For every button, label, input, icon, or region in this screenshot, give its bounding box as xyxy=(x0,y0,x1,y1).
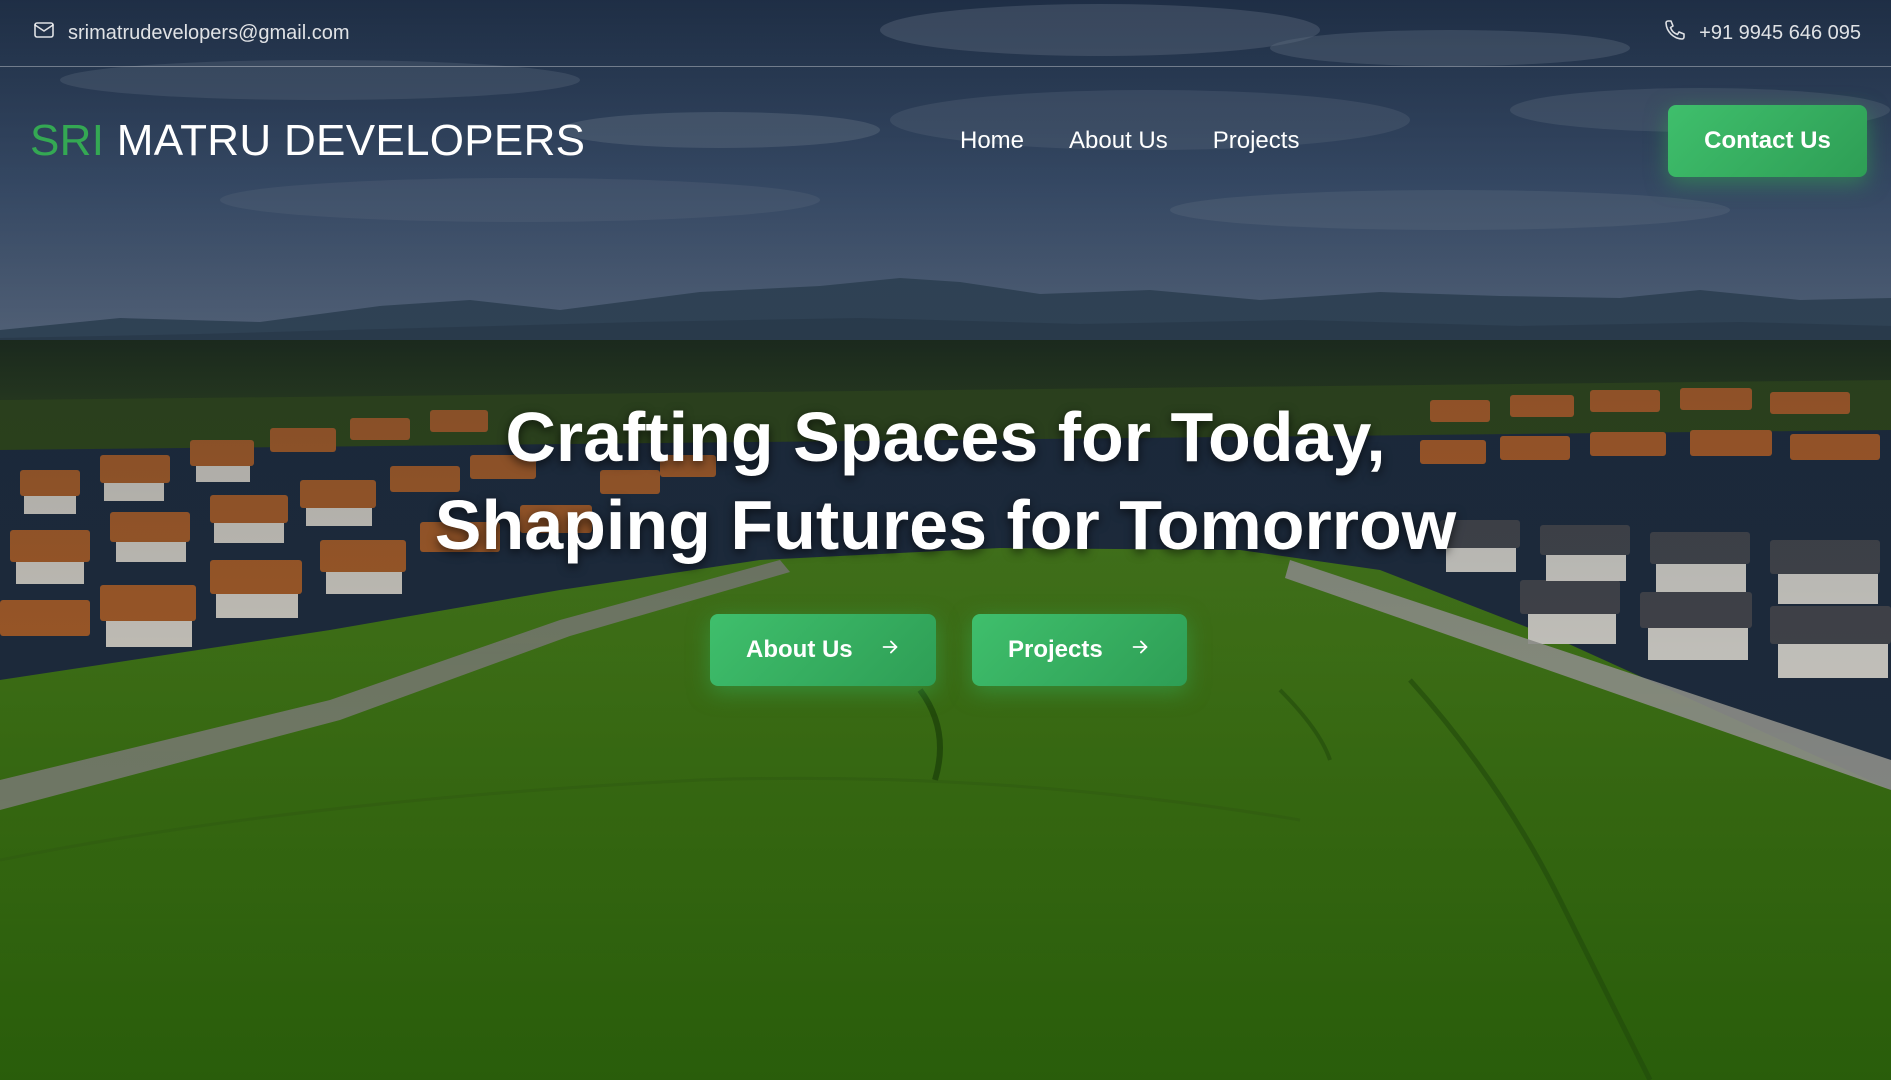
hero-title-line-1: Crafting Spaces for Today, xyxy=(505,398,1386,476)
about-us-button[interactable]: About Us xyxy=(710,614,936,686)
mail-icon xyxy=(32,18,56,48)
projects-button-label: Projects xyxy=(1008,636,1103,663)
email-text: srimatrudevelopers@gmail.com xyxy=(68,21,350,44)
hero-title: Crafting Spaces for Today, Shaping Futur… xyxy=(0,393,1891,569)
site-logo[interactable]: SRI MATRU DEVELOPERS xyxy=(30,116,585,166)
top-contact-bar: srimatrudevelopers@gmail.com +91 9945 64… xyxy=(0,0,1891,67)
phone-icon xyxy=(1663,18,1687,48)
main-nav: Home About Us Projects xyxy=(960,67,1299,214)
logo-accent: SRI xyxy=(30,115,105,165)
logo-name: MATRU DEVELOPERS xyxy=(116,115,586,165)
email-link[interactable]: srimatrudevelopers@gmail.com xyxy=(32,18,350,48)
hero-title-line-2: Shaping Futures for Tomorrow xyxy=(434,486,1457,564)
about-us-button-label: About Us xyxy=(746,636,853,663)
arrow-right-icon xyxy=(1129,636,1151,665)
nav-home[interactable]: Home xyxy=(960,127,1024,155)
nav-projects[interactable]: Projects xyxy=(1213,127,1300,155)
contact-us-button[interactable]: Contact Us xyxy=(1668,105,1867,177)
site-header: SRI MATRU DEVELOPERS Home About Us Proje… xyxy=(0,67,1891,214)
projects-button[interactable]: Projects xyxy=(972,614,1187,686)
phone-text: +91 9945 646 095 xyxy=(1699,21,1861,44)
arrow-right-icon xyxy=(879,636,901,665)
nav-about-us[interactable]: About Us xyxy=(1069,127,1168,155)
phone-link[interactable]: +91 9945 646 095 xyxy=(1663,18,1861,48)
